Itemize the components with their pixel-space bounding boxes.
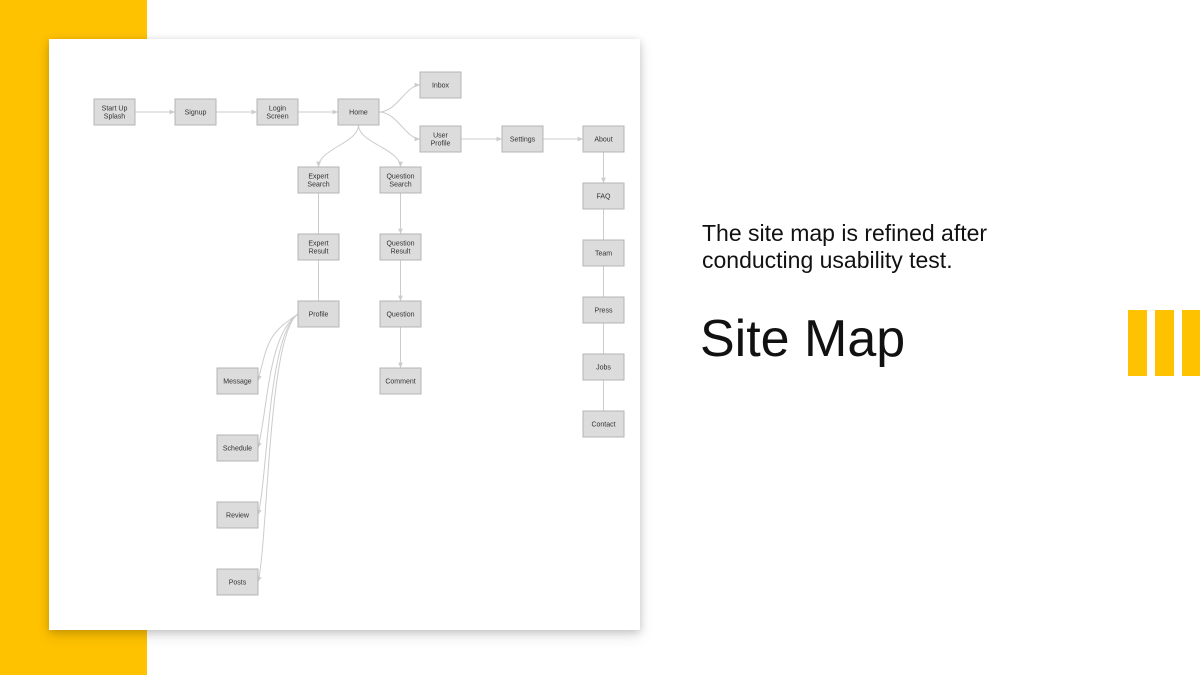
- node-label: Review: [226, 513, 250, 520]
- node-label: Team: [595, 251, 612, 258]
- node-label: Contact: [591, 422, 615, 429]
- node-posts: Posts: [216, 568, 259, 596]
- node-label: Home: [349, 110, 368, 117]
- node-label: Question: [386, 174, 414, 181]
- node-label: Inbox: [432, 83, 450, 90]
- connector-profile-to-posts: [256, 313, 299, 583]
- sitemap-card: Start Up Splash Signup Login Screen Home Inbox…: [49, 39, 640, 630]
- node-expertsearch: ExpertSearch: [297, 166, 340, 194]
- accent-stripe: [1155, 310, 1174, 376]
- node-team: Team: [582, 239, 625, 267]
- node-label: Question: [386, 241, 414, 248]
- node-label: Result: [391, 249, 411, 256]
- node-label: About: [594, 137, 612, 144]
- connector-home-to-questionsearch: [358, 124, 403, 168]
- node-label: Schedule: [223, 446, 252, 453]
- node-label: Profile: [431, 141, 451, 148]
- node-review: Review: [216, 501, 259, 529]
- node-login: LoginScreen: [256, 98, 299, 126]
- node-label: FAQ: [596, 194, 611, 201]
- node-question: Question: [379, 300, 422, 328]
- node-label: Result: [309, 249, 329, 256]
- node-signup: Signup: [174, 98, 217, 126]
- node-faq: FAQ: [582, 182, 625, 210]
- connector-profile-to-schedule: [256, 313, 299, 449]
- node-label: Posts: [229, 580, 247, 587]
- node-label: Signup: [185, 110, 207, 117]
- page-title: Site Map: [700, 310, 906, 368]
- node-contact: Contact: [582, 410, 625, 438]
- node-message: Message: [216, 367, 259, 395]
- node-jobs: Jobs: [582, 353, 625, 381]
- node-label: Settings: [510, 137, 536, 144]
- node-label: Profile: [309, 312, 329, 319]
- connector-home-to-expertsearch: [316, 124, 359, 168]
- node-label: Splash: [104, 114, 126, 121]
- node-label: Start Up: [102, 106, 128, 113]
- node-profile: Profile: [297, 300, 340, 328]
- node-label: Comment: [385, 379, 415, 386]
- node-questionsearch: QuestionSearch: [379, 166, 422, 194]
- node-home: Home: [337, 98, 380, 126]
- node-press: Press: [582, 296, 625, 324]
- node-label: Search: [307, 182, 329, 189]
- node-start: Start UpSplash: [93, 98, 136, 126]
- node-schedule: Schedule: [216, 434, 259, 462]
- node-label: Jobs: [596, 365, 611, 372]
- node-label: Login: [269, 106, 286, 113]
- connector-home-to-userprofile: [378, 111, 421, 142]
- node-label: Question: [386, 312, 414, 319]
- node-label: Message: [223, 379, 252, 386]
- node-label: User: [433, 133, 448, 140]
- node-label: Press: [595, 308, 613, 315]
- sitemap-diagram: Start UpSplash Signup LoginScreen Home Inbox…: [93, 71, 625, 596]
- node-about: About: [582, 125, 625, 153]
- node-label: Expert: [308, 241, 328, 248]
- node-label: Expert: [308, 174, 328, 181]
- node-userprofile: UserProfile: [419, 125, 462, 153]
- node-comment: Comment: [379, 367, 422, 395]
- node-inbox: Inbox: [419, 71, 462, 99]
- node-settings: Settings: [501, 125, 544, 153]
- connector-home-to-inbox: [378, 82, 421, 113]
- accent-stripe: [1128, 310, 1147, 376]
- node-questionresult: QuestionResult: [379, 233, 422, 261]
- node-label: Screen: [266, 114, 288, 121]
- node-label: Search: [389, 182, 411, 189]
- caption-text: The site map is refined after conducting…: [702, 220, 988, 273]
- accent-stripe: [1182, 310, 1200, 376]
- node-expertresult: ExpertResult: [297, 233, 340, 261]
